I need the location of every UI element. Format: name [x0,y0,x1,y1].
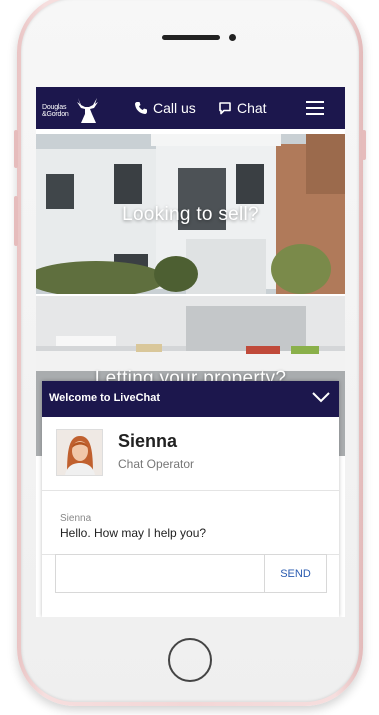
hero-panel-sell[interactable]: Looking to sell? [36,134,345,294]
chat-header-title: Welcome to LiveChat [49,392,161,404]
home-button[interactable] [168,638,212,682]
agent-role: Chat Operator [118,457,195,471]
top-navbar: Douglas &Gordon Call us Chat [36,87,345,129]
message-input[interactable] [56,555,266,592]
menu-icon[interactable] [306,101,324,115]
send-button[interactable]: SEND [264,555,326,592]
phone-power-button [362,130,366,160]
speech-bubble-icon [219,102,231,115]
brand-logo[interactable]: Douglas &Gordon [42,96,102,126]
phone-volume-up [14,130,18,168]
screen: Douglas &Gordon Call us Chat Looking to … [36,87,345,617]
logo-text: Douglas &Gordon [42,104,69,118]
phone-speaker [162,35,220,40]
agent-card: Sienna Chat Operator [42,417,339,491]
call-us-label: Call us [153,100,196,116]
chat-label: Chat [237,100,267,116]
stag-icon [77,98,98,123]
chat-link[interactable]: Chat [218,100,267,116]
agent-avatar [56,429,103,476]
message-text: Hello. How may I help you? [60,526,207,540]
message-list: Sienna Hello. How may I help you? [42,491,339,555]
agent-photo [57,430,102,475]
livechat-widget: Welcome to LiveChat Sienna Chat Operator… [42,381,339,617]
message-composer: SEND [55,554,327,593]
chevron-down-icon[interactable] [311,389,331,405]
call-us-link[interactable]: Call us [134,100,196,116]
chat-header[interactable]: Welcome to LiveChat [42,381,339,417]
hero-sell-heading: Looking to sell? [122,204,259,225]
phone-volume-down [14,196,18,246]
phone-camera [229,34,236,41]
agent-name: Sienna [118,431,178,451]
phone-icon [135,102,147,114]
message-author: Sienna [60,513,92,524]
